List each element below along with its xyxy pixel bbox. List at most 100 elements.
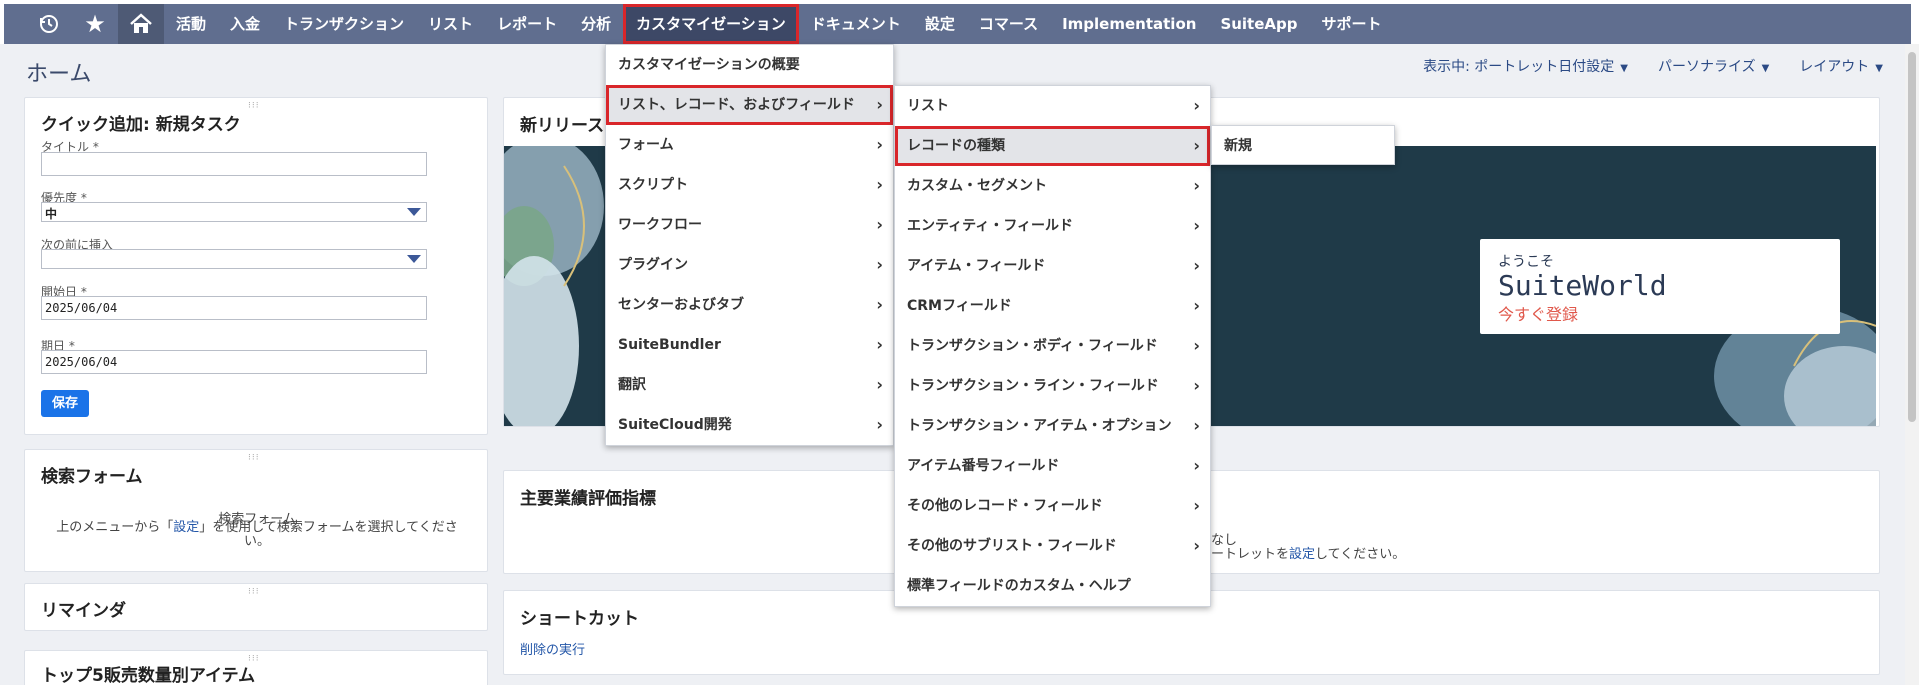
star-icon[interactable]: ★ [72,4,118,44]
menu-item-suitecloud-dev[interactable]: SuiteCloud開発 › [606,405,893,445]
chevron-right-icon: › [1193,256,1200,275]
nav-customization[interactable]: カスタマイゼーション [623,4,799,44]
save-button[interactable]: 保存 [41,390,89,417]
drag-handle[interactable]: ⁝⁝⁝ [248,453,260,463]
priority-select[interactable]: 中 [41,202,427,222]
portlet-title: リマインダ [41,601,126,621]
menu-item-label: センターおよびタブ [618,297,744,313]
menu-item-other-sublist-fields[interactable]: その他のサブリスト・フィールド › [895,526,1210,566]
nav-commerce[interactable]: コマース [967,4,1050,44]
recent-records-icon[interactable] [26,4,72,44]
drag-handle[interactable]: ⁝⁝⁝ [248,587,260,597]
menu-item-item-fields[interactable]: アイテム・フィールド › [895,246,1210,286]
menu-item-new[interactable]: 新規 [1212,126,1394,166]
nav-reports[interactable]: レポート [485,4,569,44]
insert-before-select[interactable] [41,249,427,269]
menu-item-record-types[interactable]: レコードの種類 › [895,126,1210,166]
nav-lists[interactable]: リスト [416,4,485,44]
menu-item-centers-tabs[interactable]: センターおよびタブ › [606,285,893,325]
chevron-right-icon: › [876,175,883,194]
caret-down-icon: ▼ [1620,63,1628,74]
menu-item-customization-overview[interactable]: カスタマイゼーションの概要 [606,45,893,85]
home-icon[interactable] [118,4,164,44]
menu-item-transaction-body-fields[interactable]: トランザクション・ボディ・フィールド › [895,326,1210,366]
menu-item-label: ワークフロー [618,217,702,233]
nav-activities[interactable]: 活動 [164,4,218,44]
empty-message: ートレットを設定してください。 [1211,543,1405,562]
menu-item-label: レコードの種類 [907,138,1005,154]
menu-item-lists-records-fields[interactable]: リスト、レコード、およびフィールド › [606,85,893,125]
chevron-right-icon: › [1193,216,1200,235]
menu-item-label: 新規 [1224,138,1252,154]
menu-item-workflow[interactable]: ワークフロー › [606,205,893,245]
menu-item-standard-field-help[interactable]: 標準フィールドのカスタム・ヘルプ [895,566,1210,606]
menu-item-label: その他のレコード・フィールド [907,498,1103,514]
menu-item-entity-fields[interactable]: エンティティ・フィールド › [895,206,1210,246]
page-actions: 表示中: ポートレット日付設定 ▼ パーソナライズ ▼ レイアウト ▼ [1423,56,1883,76]
select-arrow-icon [407,208,421,216]
welcome-small: ようこそ [1498,254,1554,270]
menu-item-scripts[interactable]: スクリプト › [606,165,893,205]
menu-item-forms[interactable]: フォーム › [606,125,893,165]
priority-value: 中 [45,207,58,221]
menu-item-label: アイテム・フィールド [907,258,1046,274]
chevron-right-icon: › [1193,336,1200,355]
chevron-right-icon: › [1193,456,1200,475]
chevron-right-icon: › [1193,496,1200,515]
due-date-input[interactable]: 2025/06/04 [41,350,427,374]
message-text: 上のメニューから「 [56,520,174,535]
menu-item-custom-segments[interactable]: カスタム・セグメント › [895,166,1210,206]
nav-setup[interactable]: 設定 [913,4,967,44]
top5-items-portlet: ⁝⁝⁝ トップ5販売数量別アイテム [24,650,488,685]
nav-suiteapp[interactable]: SuiteApp [1208,4,1309,44]
menu-item-label: アイテム番号フィールド [907,458,1060,474]
menu-item-label: エンティティ・フィールド [907,218,1074,234]
portlet-date-settings-link[interactable]: 表示中: ポートレット日付設定 ▼ [1423,56,1628,76]
portlet-title: クイック追加: 新規タスク [41,115,241,135]
personalize-link[interactable]: パーソナライズ ▼ [1658,56,1769,76]
menu-item-lists[interactable]: リスト › [895,86,1210,126]
menu-item-transaction-line-fields[interactable]: トランザクション・ライン・フィールド › [895,366,1210,406]
quick-add-portlet: ⁝⁝⁝ クイック追加: 新規タスク タイトル * 優先度 * 中 次の前に挿入 … [24,97,488,435]
start-date-input[interactable]: 2025/06/04 [41,296,427,320]
chevron-right-icon: › [876,415,883,434]
portlet-title: 新リリース [520,116,605,136]
portlet-title: 検索フォーム [41,467,143,487]
settings-link[interactable]: 設定 [173,520,199,535]
register-cta[interactable]: 今すぐ登録 [1498,301,1822,325]
menu-item-label: カスタム・セグメント [907,178,1047,194]
customization-dropdown: カスタマイゼーションの概要 リスト、レコード、およびフィールド › フォーム › ス… [605,44,894,446]
nav-implementation[interactable]: Implementation [1050,4,1208,44]
date-settings-label: 表示中: ポートレット日付設定 [1423,59,1615,75]
welcome-big: SuiteWorld [1498,269,1667,302]
menu-item-plugins[interactable]: プラグイン › [606,245,893,285]
portlet-title: ショートカット [520,609,639,629]
chevron-right-icon: › [876,375,883,394]
nav-payments[interactable]: 入金 [218,4,272,44]
chevron-right-icon: › [876,95,883,114]
nav-support[interactable]: サポート [1310,4,1394,44]
layout-link[interactable]: レイアウト ▼ [1799,56,1883,76]
menu-item-other-record-fields[interactable]: その他のレコード・フィールド › [895,486,1210,526]
empty-message: 上のメニューから「設定」を使用して検索フォームを選択してください。 [45,521,469,549]
page-scrollbar[interactable] [1905,44,1919,685]
menu-item-transaction-item-options[interactable]: トランザクション・アイテム・オプション › [895,406,1210,446]
top-bar: ★ 活動 入金 トランザクション リスト レポート 分析 カスタマイゼーション … [0,0,1919,44]
scrollbar-thumb[interactable] [1908,52,1916,422]
menu-item-crm-fields[interactable]: CRMフィールド › [895,286,1210,326]
lists-records-fields-submenu: リスト › レコードの種類 › カスタム・セグメント › エンティティ・フィールド › … [894,85,1211,607]
nav-transactions[interactable]: トランザクション [272,4,416,44]
menu-item-suitebundler[interactable]: SuiteBundler › [606,325,893,365]
title-input[interactable] [41,152,427,176]
drag-handle[interactable]: ⁝⁝⁝ [248,101,260,111]
chevron-right-icon: › [876,135,883,154]
settings-link[interactable]: 設定 [1289,547,1315,562]
nav-analytics[interactable]: 分析 [569,4,623,44]
record-types-submenu: 新規 [1211,125,1395,165]
menu-item-translation[interactable]: 翻訳 › [606,365,893,405]
menu-item-item-number-fields[interactable]: アイテム番号フィールド › [895,446,1210,486]
shortcut-link[interactable]: 削除の実行 [520,639,585,658]
message-text: 」を使用して検索フォームを選択してください。 [199,520,458,549]
chevron-right-icon: › [1193,296,1200,315]
nav-documents[interactable]: ドキュメント [799,4,913,44]
